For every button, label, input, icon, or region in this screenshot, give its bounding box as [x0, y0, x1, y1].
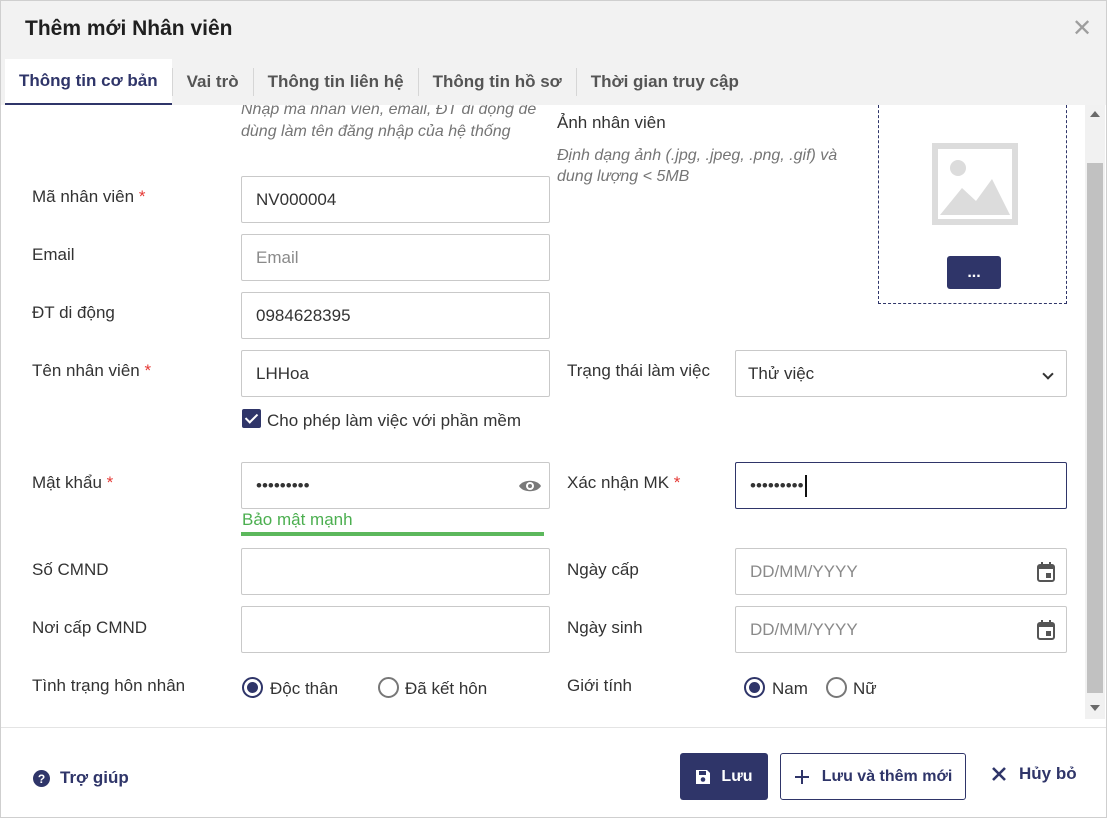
calendar-icon[interactable] [1036, 561, 1056, 583]
calendar-icon[interactable] [1036, 619, 1056, 641]
birth-date-input[interactable]: DD/MM/YYYY [735, 606, 1067, 653]
save-button[interactable]: Lưu [680, 753, 768, 800]
employee-name-label-text: Tên nhân viên [32, 361, 140, 380]
dialog-footer: ? Trợ giúp Lưu Lưu và thêm mới Hủy bỏ [1, 727, 1106, 817]
employee-code-label: Mã nhân viên * [32, 187, 145, 207]
allow-software-label: Cho phép làm việc với phần mềm [267, 411, 521, 430]
scroll-down-arrow-icon[interactable] [1090, 705, 1100, 711]
marital-married-label: Đã kết hôn [405, 679, 488, 698]
employee-name-value: LHHoa [256, 363, 309, 383]
vertical-scrollbar[interactable] [1085, 105, 1105, 719]
password-value: ••••••••• [256, 475, 310, 495]
issue-date-placeholder: DD/MM/YYYY [750, 561, 858, 581]
login-hint: Nhập mã nhân viên, email, ĐT di động để … [241, 105, 537, 140]
marital-status-label: Tình trạng hôn nhân [32, 676, 186, 695]
scroll-thumb[interactable] [1087, 163, 1103, 693]
gender-female-label: Nữ [853, 679, 877, 698]
mobile-value: 0984628395 [256, 305, 351, 325]
required-mark: * [144, 361, 152, 380]
gender-female-radio[interactable] [826, 677, 847, 698]
save-label: Lưu [721, 767, 753, 785]
chevron-down-icon [1042, 368, 1054, 380]
issue-date-input[interactable]: DD/MM/YYYY [735, 548, 1067, 595]
confirm-password-label: Xác nhận MK * [567, 473, 680, 493]
work-status-value: Thử việc [748, 363, 815, 383]
close-icon [992, 767, 1006, 781]
form-body: Nhập mã nhân viên, email, ĐT di động để … [1, 105, 1085, 721]
password-strength-bar [241, 532, 544, 536]
tab-bar: Thông tin cơ bản Vai trò Thông tin liên … [5, 59, 753, 105]
save-and-add-label: Lưu và thêm mới [821, 767, 953, 785]
cancel-button[interactable]: Hủy bỏ [991, 764, 1077, 784]
photo-hint: Định dạng ảnh (.jpg, .jpeg, .png, .gif) … [557, 147, 838, 185]
svg-text:?: ? [38, 772, 45, 786]
confirm-password-input[interactable]: ••••••••• [735, 462, 1067, 509]
allow-software-checkbox[interactable] [242, 409, 261, 428]
eye-icon[interactable] [517, 475, 543, 497]
required-mark: * [106, 473, 114, 492]
save-and-add-button[interactable]: Lưu và thêm mới [780, 753, 966, 800]
marital-single-label: Độc thân [270, 679, 339, 698]
employee-code-input[interactable]: NV000004 [241, 176, 550, 223]
tab-basic-info[interactable]: Thông tin cơ bản [5, 59, 172, 105]
help-link[interactable]: ? Trợ giúp [33, 768, 129, 788]
work-status-select[interactable]: Thử việc [735, 350, 1067, 397]
employee-dialog: Thêm mới Nhân viên ✕ Thông tin cơ bản Va… [0, 0, 1107, 818]
text-caret [804, 474, 807, 497]
issue-date-label: Ngày cấp [567, 560, 639, 579]
required-mark: * [138, 187, 146, 206]
plus-icon [794, 769, 809, 784]
photo-browse-button[interactable]: ... [947, 256, 1001, 289]
password-label: Mật khẩu * [32, 473, 113, 493]
gender-male-label: Nam [772, 679, 808, 698]
employee-name-label: Tên nhân viên * [32, 361, 151, 381]
tab-role[interactable]: Vai trò [173, 59, 253, 105]
email-label: Email [32, 245, 75, 264]
help-icon: ? [33, 769, 50, 787]
cancel-label: Hủy bỏ [1019, 764, 1077, 783]
help-label: Trợ giúp [60, 768, 129, 787]
birth-date-placeholder: DD/MM/YYYY [750, 619, 858, 639]
issue-place-input[interactable] [241, 606, 550, 653]
email-placeholder: Email [256, 247, 299, 267]
tab-contact-info[interactable]: Thông tin liên hệ [254, 59, 418, 105]
employee-name-input[interactable]: LHHoa [241, 350, 550, 397]
image-placeholder-icon [932, 143, 1018, 225]
save-icon [696, 769, 711, 784]
gender-male-radio[interactable] [744, 677, 765, 698]
dialog-title: Thêm mới Nhân viên [25, 17, 233, 40]
id-number-input[interactable] [241, 548, 550, 595]
marital-single-radio[interactable] [242, 677, 263, 698]
dialog-header: Thêm mới Nhân viên ✕ Thông tin cơ bản Va… [1, 1, 1106, 105]
password-label-text: Mật khẩu [32, 473, 102, 492]
tab-access-time[interactable]: Thời gian truy cập [577, 59, 753, 105]
mobile-input[interactable]: 0984628395 [241, 292, 550, 339]
employee-code-label-text: Mã nhân viên [32, 187, 135, 206]
work-status-label: Trạng thái làm việc [567, 361, 710, 380]
gender-label: Giới tính [567, 676, 633, 695]
confirm-password-value: ••••••••• [750, 475, 804, 495]
close-icon[interactable]: ✕ [1072, 15, 1092, 43]
birth-date-label: Ngày sinh [567, 618, 643, 637]
email-input[interactable]: Email [241, 234, 550, 281]
id-number-label: Số CMND [32, 560, 109, 579]
confirm-password-label-text: Xác nhận MK [567, 473, 670, 492]
marital-married-radio[interactable] [378, 677, 399, 698]
issue-place-label: Nơi cấp CMND [32, 618, 148, 637]
password-strength-text: Bảo mật mạnh [242, 510, 353, 529]
tab-profile-info[interactable]: Thông tin hồ sơ [419, 59, 576, 105]
required-mark: * [673, 473, 681, 492]
photo-label: Ảnh nhân viên [557, 113, 666, 132]
photo-dropzone[interactable]: ... [878, 105, 1067, 304]
password-input[interactable]: ••••••••• [241, 462, 550, 509]
mobile-label: ĐT di động [32, 303, 115, 322]
scroll-up-arrow-icon[interactable] [1090, 111, 1100, 117]
employee-code-value: NV000004 [256, 189, 337, 209]
